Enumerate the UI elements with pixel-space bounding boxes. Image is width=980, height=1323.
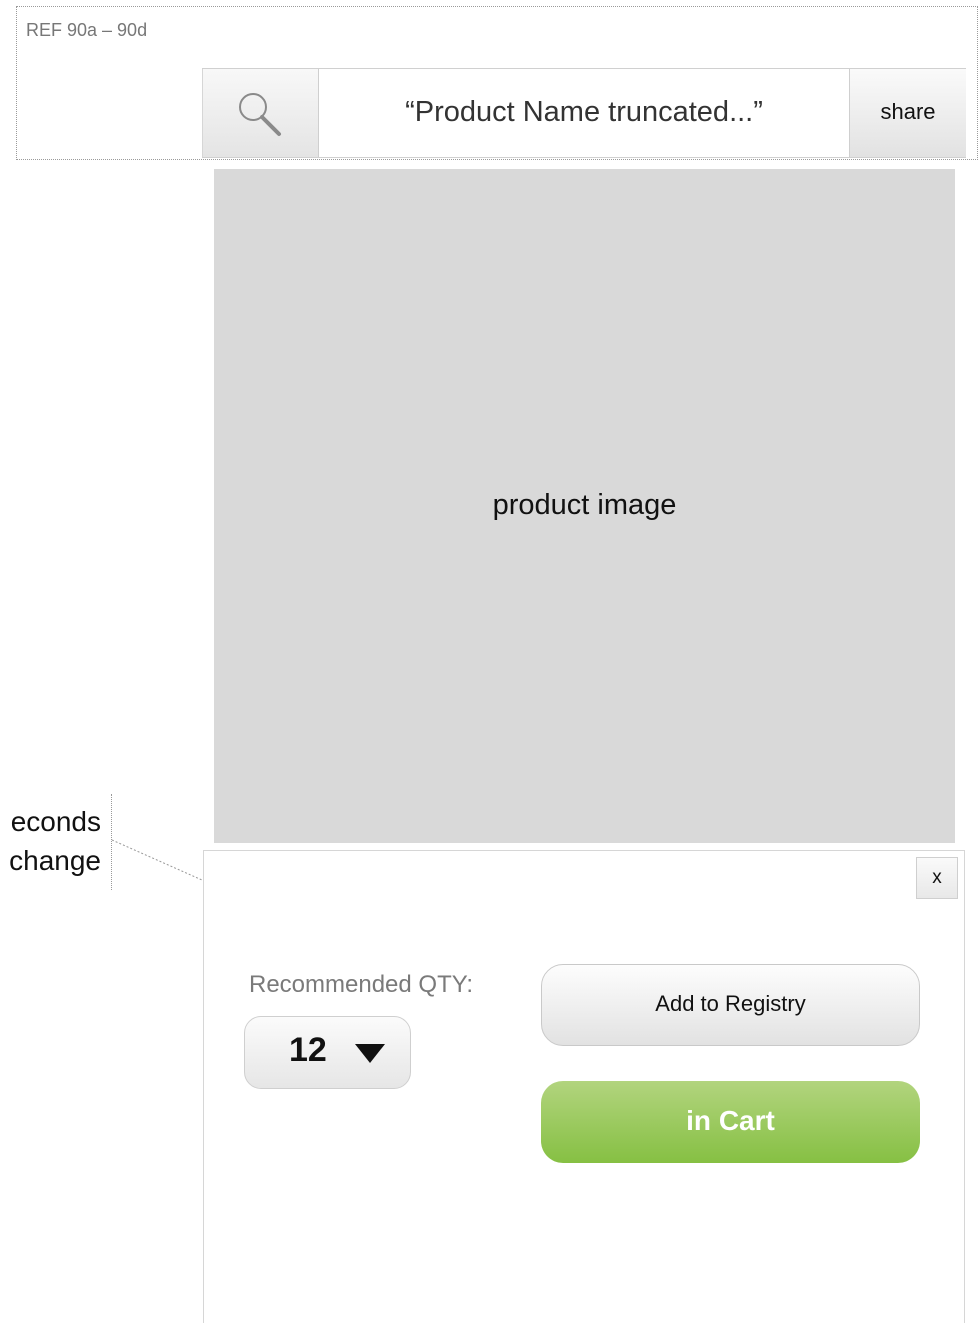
add-to-registry-button[interactable]: Add to Registry (541, 964, 920, 1046)
top-bar: “Product Name truncated...” share (202, 68, 966, 158)
product-title: “Product Name truncated...” (405, 96, 763, 128)
close-button[interactable]: x (916, 857, 958, 899)
in-cart-button[interactable]: in Cart (541, 1081, 920, 1163)
reference-label: REF 90a – 90d (26, 20, 148, 40)
triangle-down-icon (355, 1044, 385, 1069)
quantity-value: 12 (289, 1031, 327, 1069)
annotation-line-1: econds (10, 806, 101, 837)
action-panel: x Recommended QTY: 12 Add to Registry in… (203, 850, 965, 1323)
screen: REF 90a – 90d “Product Name truncated...… (0, 0, 980, 1323)
product-image-label: product image (492, 489, 677, 521)
search-button[interactable] (202, 69, 319, 157)
product-image: product image (214, 169, 955, 843)
annotation-note: econds change (0, 802, 101, 880)
quantity-select[interactable]: 12 (244, 1016, 411, 1089)
share-button[interactable]: share (849, 69, 966, 157)
annotation-line-2: change (9, 845, 101, 876)
quantity-label: Recommended QTY: (249, 971, 474, 998)
